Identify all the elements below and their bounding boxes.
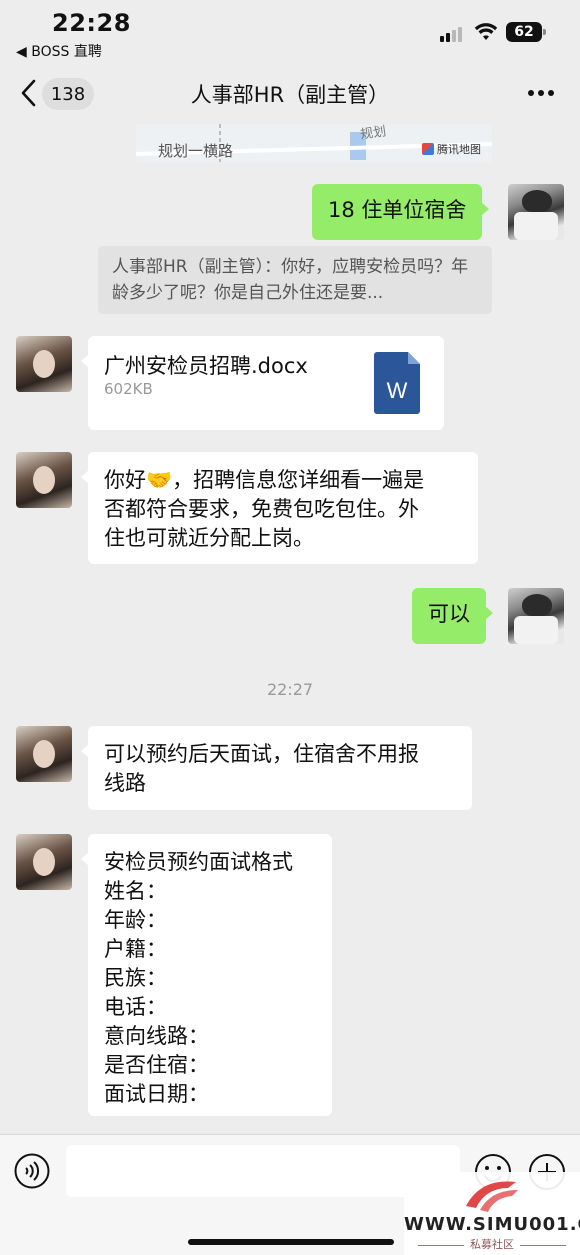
incoming-message-bubble[interactable]: 可以预约后天面试，住宿舍不用报 线路 bbox=[81, 726, 472, 810]
wifi-icon bbox=[474, 23, 498, 40]
quoted-message[interactable]: 人事部HR（副主管）：你好，应聘安检员吗？年龄多少了呢？你是自己外住还是要... bbox=[98, 246, 492, 314]
status-bar: 22:28 ◀ BOSS 直聘 62 bbox=[0, 0, 580, 66]
svg-text:W: W bbox=[387, 378, 408, 403]
tencent-map-logo-icon bbox=[422, 143, 434, 155]
unread-count-badge[interactable]: 138 bbox=[42, 78, 94, 110]
home-indicator[interactable] bbox=[188, 1239, 394, 1245]
message-list[interactable]: 规划一横路 规划 腾讯地图 18 住单位宿舍 人事部HR（副主管）：你好，应聘安… bbox=[0, 124, 580, 1134]
incoming-message-bubble[interactable]: 你好🤝，招聘信息您详细看一遍是 否都符合要求，免费包吃包住。外 住也可就近分配上… bbox=[81, 452, 478, 564]
chat-title: 人事部HR（副主管） bbox=[190, 83, 390, 107]
back-to-app-link[interactable]: ◀ BOSS 直聘 bbox=[16, 41, 102, 61]
map-provider-credit: 腾讯地图 bbox=[422, 141, 481, 157]
voice-input-icon[interactable] bbox=[14, 1153, 50, 1189]
message-line: 你好🤝，招聘信息您详细看一遍是 bbox=[104, 468, 425, 492]
message-timestamp: 22:27 bbox=[266, 680, 314, 699]
location-map-card[interactable]: 规划一横路 规划 腾讯地图 bbox=[136, 124, 492, 162]
hr-avatar[interactable] bbox=[16, 452, 72, 508]
hr-avatar[interactable] bbox=[16, 726, 72, 782]
watermark-logo-icon bbox=[466, 1181, 518, 1212]
battery-indicator: 62 bbox=[506, 22, 546, 42]
cellular-signal-icon bbox=[440, 26, 466, 42]
message-line: 否都符合要求，免费包吃包住。外 bbox=[104, 497, 419, 521]
hr-avatar[interactable] bbox=[16, 336, 72, 392]
file-message-card[interactable]: 广州安检员招聘.docx 602KB W bbox=[81, 336, 444, 430]
message-input[interactable] bbox=[66, 1145, 460, 1197]
chat-header: 138 人事部HR（副主管） bbox=[0, 66, 580, 124]
watermark-text: WWW.SIMU001.CN bbox=[404, 1214, 580, 1235]
map-credit-text: 腾讯地图 bbox=[437, 143, 481, 156]
file-name: 广州安检员招聘.docx bbox=[104, 354, 308, 378]
word-document-icon: W bbox=[374, 352, 420, 414]
watermark-subtext: 私募社区 bbox=[404, 1236, 580, 1252]
message-line: 住也可就近分配上岗。 bbox=[104, 526, 314, 550]
form-field-accommodation: 是否住宿： bbox=[104, 1053, 209, 1077]
form-field-interview-date: 面试日期： bbox=[104, 1082, 209, 1106]
my-avatar[interactable] bbox=[508, 588, 564, 644]
back-chevron-icon[interactable] bbox=[18, 78, 40, 108]
my-avatar[interactable] bbox=[508, 184, 564, 240]
form-field-name: 姓名： bbox=[104, 879, 167, 903]
form-field-hometown: 户籍： bbox=[104, 937, 167, 961]
form-title: 安检员预约面试格式 bbox=[104, 850, 293, 874]
form-field-phone: 电话： bbox=[104, 995, 167, 1019]
form-field-age: 年龄： bbox=[104, 908, 167, 932]
status-time: 22:28 bbox=[52, 9, 131, 37]
map-road-label: 规划一横路 bbox=[158, 142, 234, 160]
form-field-ethnicity: 民族： bbox=[104, 966, 167, 990]
interview-form-message-bubble[interactable]: 安检员预约面试格式 姓名： 年龄： 户籍： 民族： 电话： 意向线路： 是否住宿… bbox=[81, 834, 332, 1116]
outgoing-message-bubble[interactable]: 可以 bbox=[412, 588, 493, 644]
more-options-icon[interactable] bbox=[526, 90, 556, 98]
outgoing-message-bubble[interactable]: 18 住单位宿舍 bbox=[312, 184, 490, 240]
form-field-line: 意向线路： bbox=[104, 1024, 209, 1048]
message-line: 线路 bbox=[104, 771, 146, 795]
file-size: 602KB bbox=[104, 380, 153, 398]
watermark: WWW.SIMU001.CN 私募社区 bbox=[404, 1172, 580, 1255]
hr-avatar[interactable] bbox=[16, 834, 72, 890]
message-line: 可以预约后天面试，住宿舍不用报 bbox=[104, 742, 419, 766]
